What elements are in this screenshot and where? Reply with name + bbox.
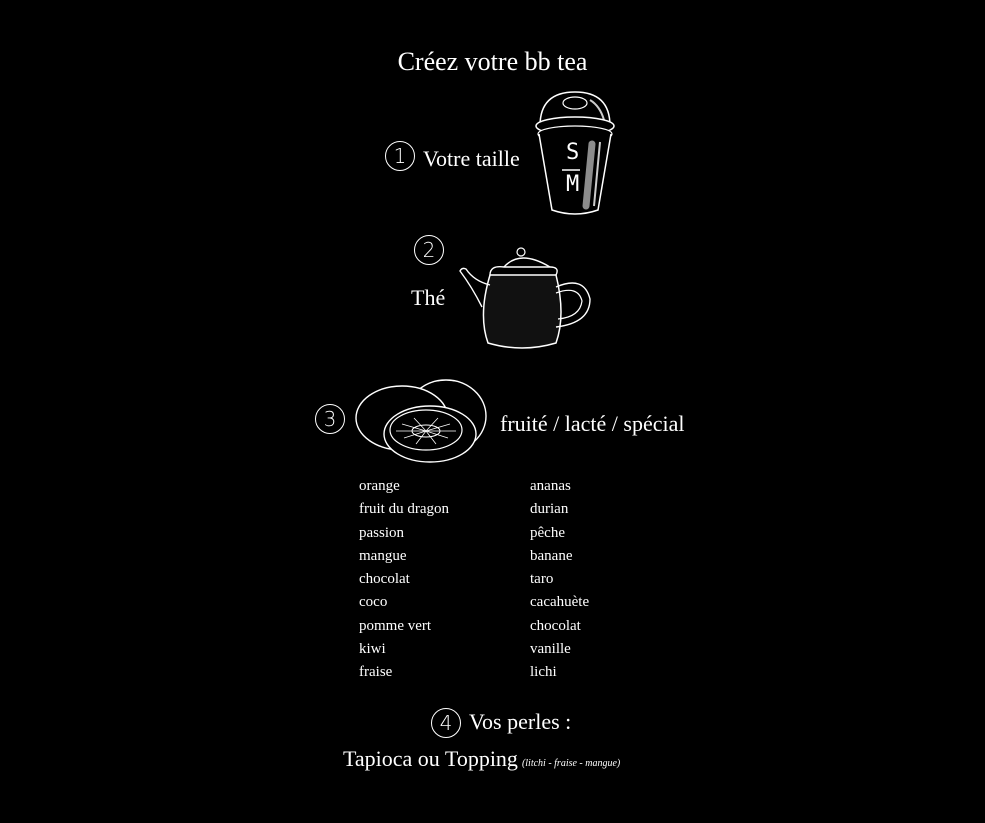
size-option-m: M — [566, 172, 580, 197]
flavor-list-left: orange fruit du dragon passion mangue ch… — [359, 475, 449, 685]
flavor-item: cacahuète — [530, 594, 590, 611]
flavor-item: orange — [359, 478, 400, 494]
flavor-item: durian — [530, 501, 569, 518]
pearls-options: Tapioca ou Topping (litchi - fraise - ma… — [343, 746, 620, 772]
flavor-list-right: ananas durian pêche banane taro cacahuèt… — [530, 475, 589, 685]
step-pearls-label: Vos perles : — [469, 709, 572, 734]
page-title: Créez votre bb tea — [397, 47, 588, 76]
pearls-note: (litchi - fraise - mangue) — [521, 758, 621, 769]
flavor-item: vanille — [530, 641, 571, 658]
flavor-item: chocolat — [359, 571, 410, 588]
flavor-item: coco — [359, 594, 388, 611]
flavor-item: taro — [530, 571, 554, 588]
step-flavor-label: fruité / lacté / spécial — [500, 411, 685, 436]
flavor-item: fruit du dragon — [359, 501, 449, 518]
flavor-item: lichi — [530, 664, 557, 681]
step-size-label: Votre taille — [423, 146, 520, 171]
step-number-3: 3 — [315, 404, 345, 434]
fruit-icon — [355, 379, 487, 463]
step-number-1: 1 — [385, 141, 415, 171]
flavor-item: ananas — [530, 478, 571, 494]
flavor-item: mangue — [359, 547, 407, 564]
flavor-item: banane — [530, 547, 573, 564]
pearls-main: Tapioca ou Topping — [343, 746, 518, 771]
flavor-item: passion — [359, 524, 404, 541]
flavor-item: pêche — [530, 524, 565, 541]
flavor-item: chocolat — [530, 617, 581, 634]
flavor-item: fraise — [359, 664, 393, 681]
flavor-item: kiwi — [359, 641, 386, 658]
flavor-item: pomme vert — [359, 617, 432, 634]
teapot-icon — [459, 247, 591, 349]
step-number-4: 4 — [431, 708, 461, 738]
size-option-s: S — [566, 140, 580, 165]
step-number-2: 2 — [414, 235, 444, 265]
step-tea-label: Thé — [411, 285, 446, 310]
